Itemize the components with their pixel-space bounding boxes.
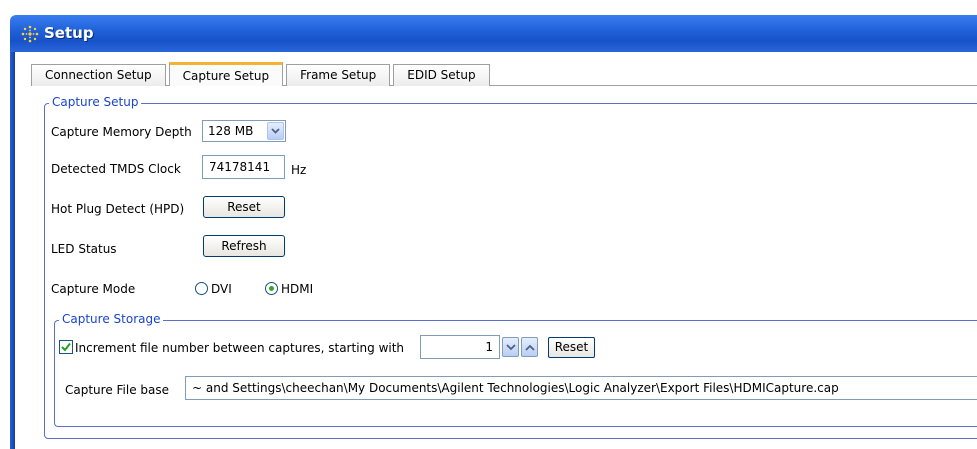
increment-reset-button[interactable]: Reset — [548, 337, 595, 358]
radio-selected-dot — [269, 286, 274, 291]
memory-depth-select[interactable]: 128 MB — [202, 120, 286, 142]
dvi-radio[interactable] — [195, 282, 208, 295]
title-bar[interactable]: Setup — [10, 15, 977, 52]
hdmi-radio[interactable] — [265, 282, 278, 295]
tmds-clock-label: Detected TMDS Clock — [51, 162, 181, 176]
window-title: Setup — [44, 24, 94, 42]
capture-setup-legend: Capture Setup — [49, 95, 142, 109]
tmds-clock-unit: Hz — [291, 163, 307, 177]
chevron-down-icon — [505, 343, 516, 350]
chevron-down-icon[interactable] — [267, 122, 284, 140]
led-refresh-button[interactable]: Refresh — [203, 235, 285, 257]
capture-mode-label: Capture Mode — [51, 282, 136, 296]
hdmi-radio-label[interactable]: HDMI — [281, 282, 313, 296]
increment-label[interactable]: Increment file number between captures, … — [75, 341, 404, 355]
tab-edid-setup[interactable]: EDID Setup — [393, 64, 490, 86]
tab-capture-setup[interactable]: Capture Setup — [168, 62, 284, 86]
tab-connection-setup[interactable]: Connection Setup — [31, 64, 166, 86]
tab-frame-setup[interactable]: Frame Setup — [286, 64, 391, 86]
file-base-label: Capture File base — [65, 383, 170, 397]
checkmark-icon — [61, 342, 71, 352]
hpd-label: Hot Plug Detect (HPD) — [51, 202, 185, 216]
spin-up-button[interactable] — [521, 337, 538, 357]
setup-window: Setup Connection Setup Capture Setup Fra… — [10, 15, 977, 449]
dialog-client-area: Connection Setup Capture Setup Frame Set… — [15, 52, 977, 449]
capture-storage-legend: Capture Storage — [59, 312, 164, 326]
dvi-radio-label[interactable]: DVI — [211, 282, 232, 296]
start-number-field[interactable]: 1 — [420, 335, 500, 359]
memory-depth-label: Capture Memory Depth — [51, 125, 192, 139]
tab-strip: Connection Setup Capture Setup Frame Set… — [31, 62, 493, 86]
chevron-up-icon — [524, 344, 535, 351]
increment-checkbox[interactable] — [59, 340, 73, 354]
app-logo-icon — [21, 25, 39, 43]
led-status-label: LED Status — [51, 242, 117, 256]
hpd-reset-button[interactable]: Reset — [203, 196, 285, 218]
file-base-field[interactable]: ~ and Settings\cheechan\My Documents\Agi… — [185, 376, 977, 400]
memory-depth-value: 128 MB — [208, 124, 254, 138]
spin-down-button[interactable] — [502, 337, 519, 357]
tmds-clock-field[interactable]: 74178141 — [202, 155, 285, 179]
